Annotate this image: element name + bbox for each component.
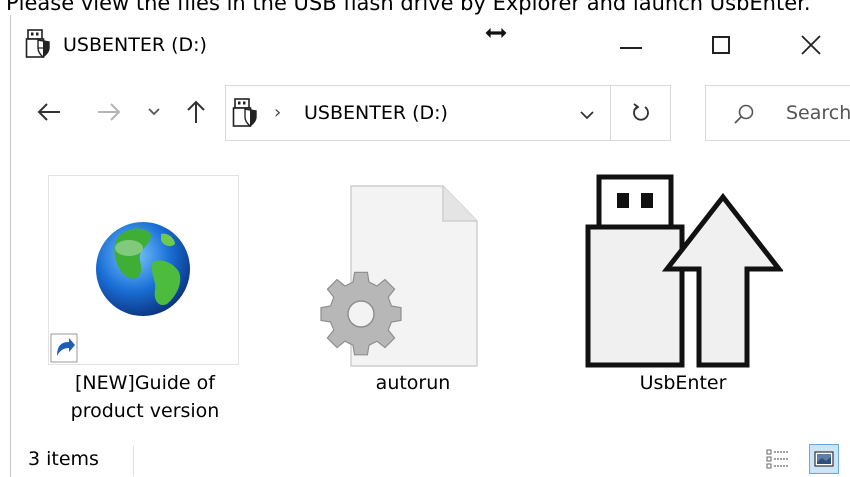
title-bar[interactable]: USBENTER (D:) <box>11 15 850 77</box>
window-title: USBENTER (D:) <box>63 34 207 56</box>
status-bar: 3 items <box>11 438 850 477</box>
usb-drive-shield-icon <box>25 29 50 58</box>
maximize-icon <box>712 36 730 54</box>
search-icon <box>734 104 754 124</box>
arrow-up-icon <box>187 100 205 123</box>
settings-file-icon <box>320 185 478 367</box>
large-icons-view-button[interactable] <box>809 444 839 474</box>
usb-upload-icon <box>585 174 785 368</box>
file-view[interactable]: [NEW]Guide of product version autorun Us… <box>11 153 850 438</box>
arrow-left-icon <box>37 103 60 121</box>
horizontal-resize-cursor-icon <box>484 26 508 40</box>
file-name-line1: [NEW]Guide of <box>75 372 215 394</box>
refresh-button[interactable] <box>611 85 671 141</box>
minimize-button[interactable] <box>586 15 676 75</box>
minimize-icon <box>620 47 642 49</box>
search-input[interactable]: Search <box>705 85 850 141</box>
details-view-button[interactable] <box>763 444 793 474</box>
file-name: autorun <box>375 372 451 394</box>
file-thumbnail[interactable] <box>48 175 239 365</box>
large-icons-view-icon <box>814 451 834 467</box>
recent-locations-button[interactable] <box>143 92 165 132</box>
forward-button[interactable] <box>89 92 129 132</box>
close-button[interactable] <box>766 15 850 75</box>
chevron-down-icon <box>148 108 160 116</box>
status-divider <box>133 446 134 476</box>
up-button[interactable] <box>179 92 213 132</box>
globe-shortcut-icon <box>50 222 190 363</box>
file-name: UsbEnter <box>639 372 727 394</box>
item-count: 3 items <box>28 448 99 470</box>
address-dropdown-button[interactable] <box>572 100 602 130</box>
refresh-icon <box>632 103 649 121</box>
usb-drive-shield-icon <box>232 98 257 127</box>
close-icon <box>801 35 821 55</box>
arrow-right-icon <box>98 103 121 121</box>
file-thumbnail[interactable] <box>311 181 481 371</box>
back-button[interactable] <box>29 92 69 132</box>
search-placeholder: Search <box>786 102 850 124</box>
address-bar[interactable]: › USBENTER (D:) <box>225 85 611 141</box>
maximize-button[interactable] <box>676 15 766 75</box>
file-name-line2: product version <box>70 400 220 422</box>
breadcrumb-separator[interactable]: › <box>274 102 281 123</box>
breadcrumb-location[interactable]: USBENTER (D:) <box>304 100 448 126</box>
details-view-icon <box>766 449 788 469</box>
file-thumbnail[interactable] <box>583 173 785 369</box>
instruction-text: Please view the files in the USB flash d… <box>6 0 811 15</box>
navigation-bar: › USBENTER (D:) Search <box>11 77 850 153</box>
chevron-down-icon <box>580 111 594 120</box>
